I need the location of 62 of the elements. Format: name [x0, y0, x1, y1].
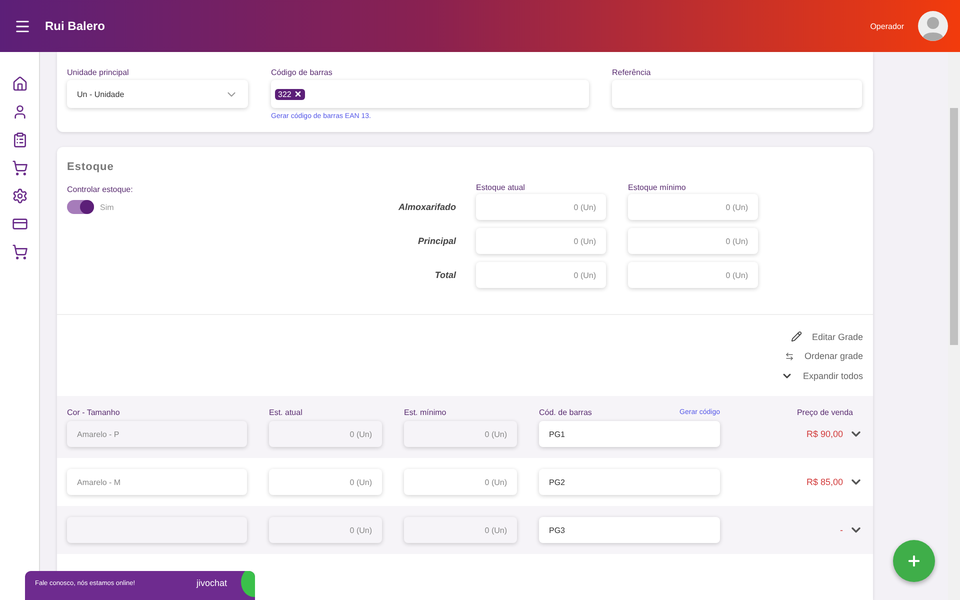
card-icon[interactable]	[12, 216, 28, 232]
cart-icon[interactable]	[12, 244, 28, 260]
minimum-field[interactable]: 0 (Un)	[404, 421, 517, 447]
cart-icon[interactable]	[12, 160, 28, 176]
close-icon[interactable]	[294, 90, 302, 98]
barcode-field[interactable]: PG3	[539, 517, 720, 543]
stock-field[interactable]: 0 (Un)	[628, 228, 758, 254]
column-label: Estoque mínimo	[628, 183, 687, 192]
barcode-tag: 322	[275, 88, 306, 100]
clipboard-icon[interactable]	[12, 132, 28, 148]
column-header: Est. mínimo	[404, 408, 448, 417]
chat-brand: jivochat	[196, 578, 227, 588]
reference-field[interactable]	[612, 80, 862, 108]
stock-field[interactable]: 0 (Un)	[476, 194, 606, 220]
grade-action[interactable]: Ordenar grade	[785, 351, 863, 361]
add-button[interactable]	[893, 540, 935, 582]
variant-field[interactable]: Amarelo - P	[67, 421, 247, 447]
variant-field[interactable]	[67, 517, 247, 543]
barcode-field[interactable]: 322	[271, 80, 589, 108]
section-title: Estoque	[66, 160, 115, 175]
stock-field[interactable]: 0 (Un)	[269, 517, 382, 543]
stock-field[interactable]: 0 (Un)	[269, 469, 382, 495]
stock-field[interactable]: 0 (Un)	[269, 421, 382, 447]
row-label: Total	[434, 270, 456, 280]
barcode-field[interactable]: PG2	[539, 469, 720, 495]
app-title: Rui Balero	[45, 19, 106, 33]
avatar-icon[interactable]	[918, 11, 948, 41]
grade-action[interactable]: Editar Grade	[790, 331, 863, 342]
minimum-field[interactable]: 0 (Un)	[404, 517, 517, 543]
stock-field[interactable]: 0 (Un)	[628, 194, 758, 220]
user-name: Operador	[870, 22, 904, 30]
column-header: Cód. de barras	[539, 408, 592, 417]
grade-action[interactable]: Expandir todos	[780, 370, 863, 382]
field-label: Código de barras	[271, 68, 334, 77]
variant-field[interactable]: Amarelo - M	[67, 469, 247, 495]
scrollbar[interactable]	[948, 52, 960, 600]
plus-icon	[906, 553, 922, 569]
unit-select[interactable]: Un - Unidade	[67, 80, 248, 108]
arrows-icon	[785, 352, 794, 360]
user-icon[interactable]	[12, 104, 28, 120]
stock-field[interactable]: 0 (Un)	[476, 228, 606, 254]
field-label: Unidade principal	[67, 68, 130, 77]
column-header: Preço de venda	[796, 408, 853, 417]
stock-toggle[interactable]	[67, 200, 94, 214]
row-label: Principal	[416, 236, 456, 246]
stock-field[interactable]: 0 (Un)	[476, 262, 606, 288]
minimum-field[interactable]: 0 (Un)	[404, 469, 517, 495]
column-header: Cor - Tamanho	[67, 408, 121, 417]
field-label: Controlar estoque:	[67, 185, 134, 194]
field-label: Referência	[612, 68, 652, 77]
toggle-label: Sim	[100, 202, 114, 212]
settings-icon[interactable]	[12, 188, 28, 204]
pencil-icon	[790, 331, 802, 342]
row-label: Almoxarifado	[397, 202, 456, 212]
home-icon[interactable]	[12, 76, 28, 92]
sale-price: -	[840, 525, 843, 535]
sale-price: R$ 85,00	[806, 477, 843, 487]
column-label: Estoque atual	[476, 183, 526, 192]
stock-field[interactable]: 0 (Un)	[628, 262, 758, 288]
sale-price: R$ 90,00	[806, 429, 843, 439]
barcode-field[interactable]: PG1	[539, 421, 720, 447]
column-header: Est. atual	[269, 408, 304, 417]
